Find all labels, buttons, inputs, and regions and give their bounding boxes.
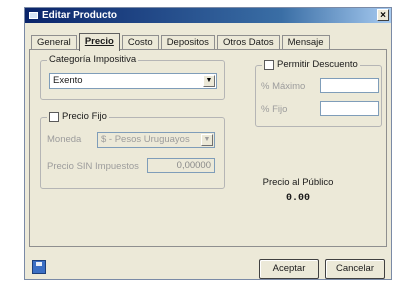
- tab-depositos[interactable]: Depositos: [160, 35, 215, 50]
- maximo-label: % Máximo: [261, 81, 306, 92]
- descuento-label: Permitir Descuento: [277, 59, 358, 70]
- categoria-select[interactable]: Exento ▼: [49, 73, 217, 89]
- tab-otros-datos[interactable]: Otros Datos: [216, 35, 280, 50]
- dialog-window: Editar Producto × General Precio Costo D…: [24, 7, 392, 280]
- title-bar[interactable]: Editar Producto ×: [25, 8, 391, 23]
- categoria-legend: Categoría Impositiva: [47, 54, 139, 65]
- categoria-group: Categoría Impositiva Exento ▼: [40, 54, 225, 100]
- descuento-legend: Permitir Descuento: [262, 59, 360, 70]
- precio-fijo-checkbox[interactable]: [49, 111, 59, 122]
- moneda-value: $ - Pesos Uruguayos: [101, 134, 190, 145]
- close-icon[interactable]: ×: [377, 9, 389, 21]
- precio-fijo-label: Precio Fijo: [62, 111, 107, 122]
- moneda-label: Moneda: [47, 134, 82, 145]
- precio-publico-label: Precio al Público: [262, 177, 334, 188]
- tab-precio[interactable]: Precio: [78, 33, 120, 51]
- fijo-field[interactable]: [320, 101, 379, 116]
- precio-fijo-legend: Precio Fijo: [47, 111, 109, 122]
- tab-strip: General Precio Costo Depositos Otros Dat…: [31, 32, 332, 51]
- categoria-value: Exento: [53, 75, 83, 86]
- tab-mensaje[interactable]: Mensaje: [281, 35, 330, 50]
- precio-sin-impuestos-field[interactable]: 0,00000: [147, 158, 215, 173]
- chevron-down-icon[interactable]: ▼: [201, 134, 213, 146]
- cancelar-button[interactable]: Cancelar: [325, 259, 385, 279]
- moneda-select[interactable]: $ - Pesos Uruguayos ▼: [97, 132, 215, 148]
- save-icon[interactable]: [32, 260, 46, 274]
- precio-fijo-group: Precio Fijo Moneda $ - Pesos Uruguayos ▼…: [40, 111, 225, 189]
- tab-general[interactable]: General: [31, 35, 77, 50]
- descuento-checkbox[interactable]: [264, 59, 274, 70]
- fijo-label: % Fijo: [261, 104, 288, 115]
- aceptar-button[interactable]: Aceptar: [259, 259, 319, 279]
- maximo-field[interactable]: [320, 78, 379, 93]
- chevron-down-icon[interactable]: ▼: [203, 75, 215, 87]
- window-title: Editar Producto: [42, 10, 118, 21]
- tab-panel-precio: Categoría Impositiva Exento ▼ Precio Fij…: [29, 49, 387, 247]
- precio-publico-value: 0.00: [285, 193, 310, 204]
- app-icon: [29, 12, 38, 19]
- precio-sin-impuestos-label: Precio SIN Impuestos: [47, 161, 139, 172]
- tab-costo[interactable]: Costo: [121, 35, 159, 50]
- descuento-group: Permitir Descuento % Máximo % Fijo: [255, 59, 382, 127]
